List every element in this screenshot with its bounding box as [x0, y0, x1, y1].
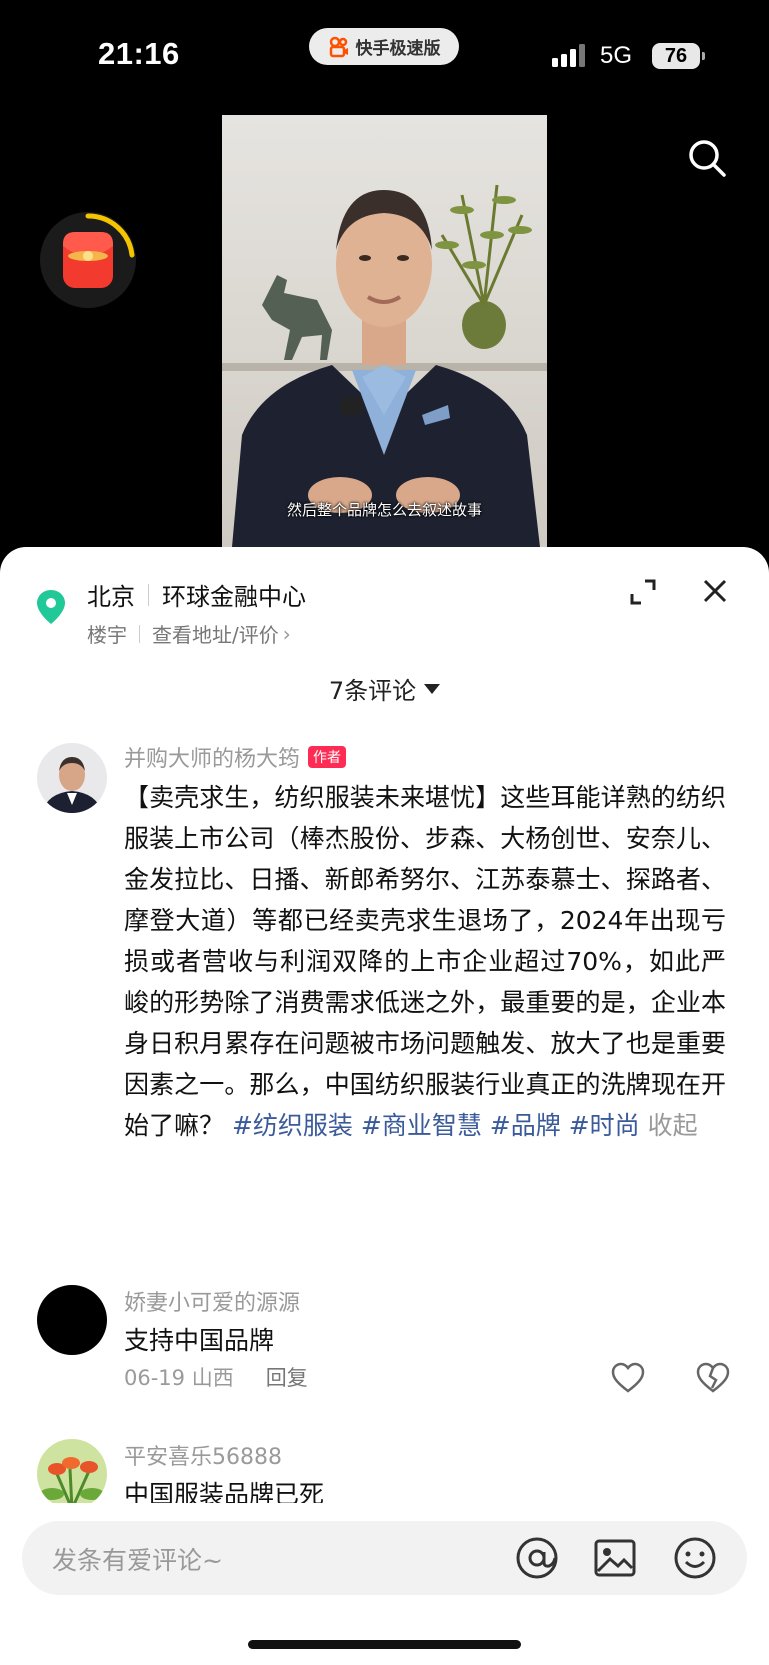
network-type: 5G — [600, 42, 633, 69]
location-pin-icon — [37, 590, 65, 624]
video-frame — [222, 115, 547, 547]
emoji-icon[interactable] — [672, 1535, 718, 1581]
kuaishou-logo-icon — [329, 36, 348, 57]
location-link[interactable]: 查看地址/评价 — [152, 619, 279, 648]
comment-input-placeholder: 发条有爱评论~ — [52, 1546, 223, 1575]
collapse-button[interactable]: 收起 — [648, 1111, 698, 1140]
hashtag-link[interactable]: #商业智慧 — [361, 1111, 482, 1140]
hashtag-link[interactable]: #纺织服装 — [232, 1111, 353, 1140]
author-name-row: 并购大师的杨大筠 作者 — [124, 741, 347, 773]
author-avatar-image — [37, 743, 107, 813]
caret-down-icon — [424, 683, 441, 694]
author-avatar[interactable] — [37, 743, 107, 813]
comments-sheet: 北京 环球金融中心 楼宇 查看地址/评价 › 7条评论 并购大师的杨大筠 作者 … — [0, 547, 769, 1665]
location-category: 楼宇 — [87, 623, 127, 647]
location-separator — [139, 624, 140, 643]
hashtag-link[interactable]: #品牌 — [490, 1111, 561, 1140]
comment-input[interactable]: 发条有爱评论~ — [22, 1521, 747, 1595]
location-city: 北京 — [87, 583, 135, 611]
author-comment-body: 【卖壳求生，纺织服装未来堪忧】这些耳能详熟的纺织服装上市公司（棒杰股份、步森、大… — [124, 783, 726, 1140]
commenter-name[interactable]: 娇妻小可爱的源源 — [124, 1285, 300, 1317]
battery-indicator: 76 — [652, 43, 705, 69]
search-icon[interactable] — [687, 138, 727, 178]
hashtag-link[interactable]: #时尚 — [569, 1111, 640, 1140]
comment-count-label: 7条评论 — [328, 677, 417, 705]
comment-region: 山西 — [191, 1366, 234, 1390]
comment-date: 06-19 — [124, 1366, 186, 1390]
expand-icon[interactable] — [628, 577, 658, 607]
red-packet-icon[interactable] — [38, 210, 138, 310]
app-pill[interactable]: 快手极速版 — [309, 28, 459, 65]
comment-text: 支持中国品牌 — [124, 1326, 275, 1355]
commenter-avatar[interactable] — [37, 1285, 107, 1355]
broken-heart-icon[interactable] — [696, 1362, 730, 1394]
location-title[interactable]: 北京 环球金融中心 — [87, 577, 306, 612]
author-comment-text: 【卖壳求生，纺织服装未来堪忧】这些耳能详熟的纺织服装上市公司（棒杰股份、步森、大… — [124, 777, 726, 1146]
video-subtitle: 然后整个品牌怎么去叙述故事 — [286, 501, 482, 519]
heart-icon[interactable] — [611, 1362, 645, 1394]
comment-date-region: 06-19 山西 — [124, 1362, 234, 1392]
home-indicator[interactable] — [248, 1640, 521, 1649]
comment-meta: 06-19 山西 回复 — [124, 1362, 308, 1392]
author-name[interactable]: 并购大师的杨大筠 — [124, 741, 300, 773]
close-icon[interactable] — [701, 577, 729, 605]
signal-icon — [552, 44, 585, 67]
location-separator — [148, 583, 149, 606]
location-place: 环球金融中心 — [162, 583, 306, 611]
reply-button[interactable]: 回复 — [266, 1362, 308, 1392]
video-player[interactable]: 然后整个品牌怎么去叙述故事 — [222, 115, 547, 547]
chevron-right-icon: › — [282, 621, 291, 646]
image-icon[interactable] — [592, 1535, 638, 1581]
commenter-avatar[interactable] — [37, 1439, 107, 1509]
app-name: 快手极速版 — [355, 39, 441, 59]
commenter-name[interactable]: 平安喜乐56888 — [124, 1439, 282, 1471]
at-icon[interactable] — [514, 1535, 560, 1581]
status-time: 21:16 — [98, 36, 180, 71]
comment-count-toggle[interactable]: 7条评论 — [0, 671, 769, 706]
author-badge: 作者 — [308, 746, 347, 768]
commenter-avatar-image — [37, 1439, 107, 1509]
location-subtitle[interactable]: 楼宇 查看地址/评价 › — [87, 619, 291, 648]
